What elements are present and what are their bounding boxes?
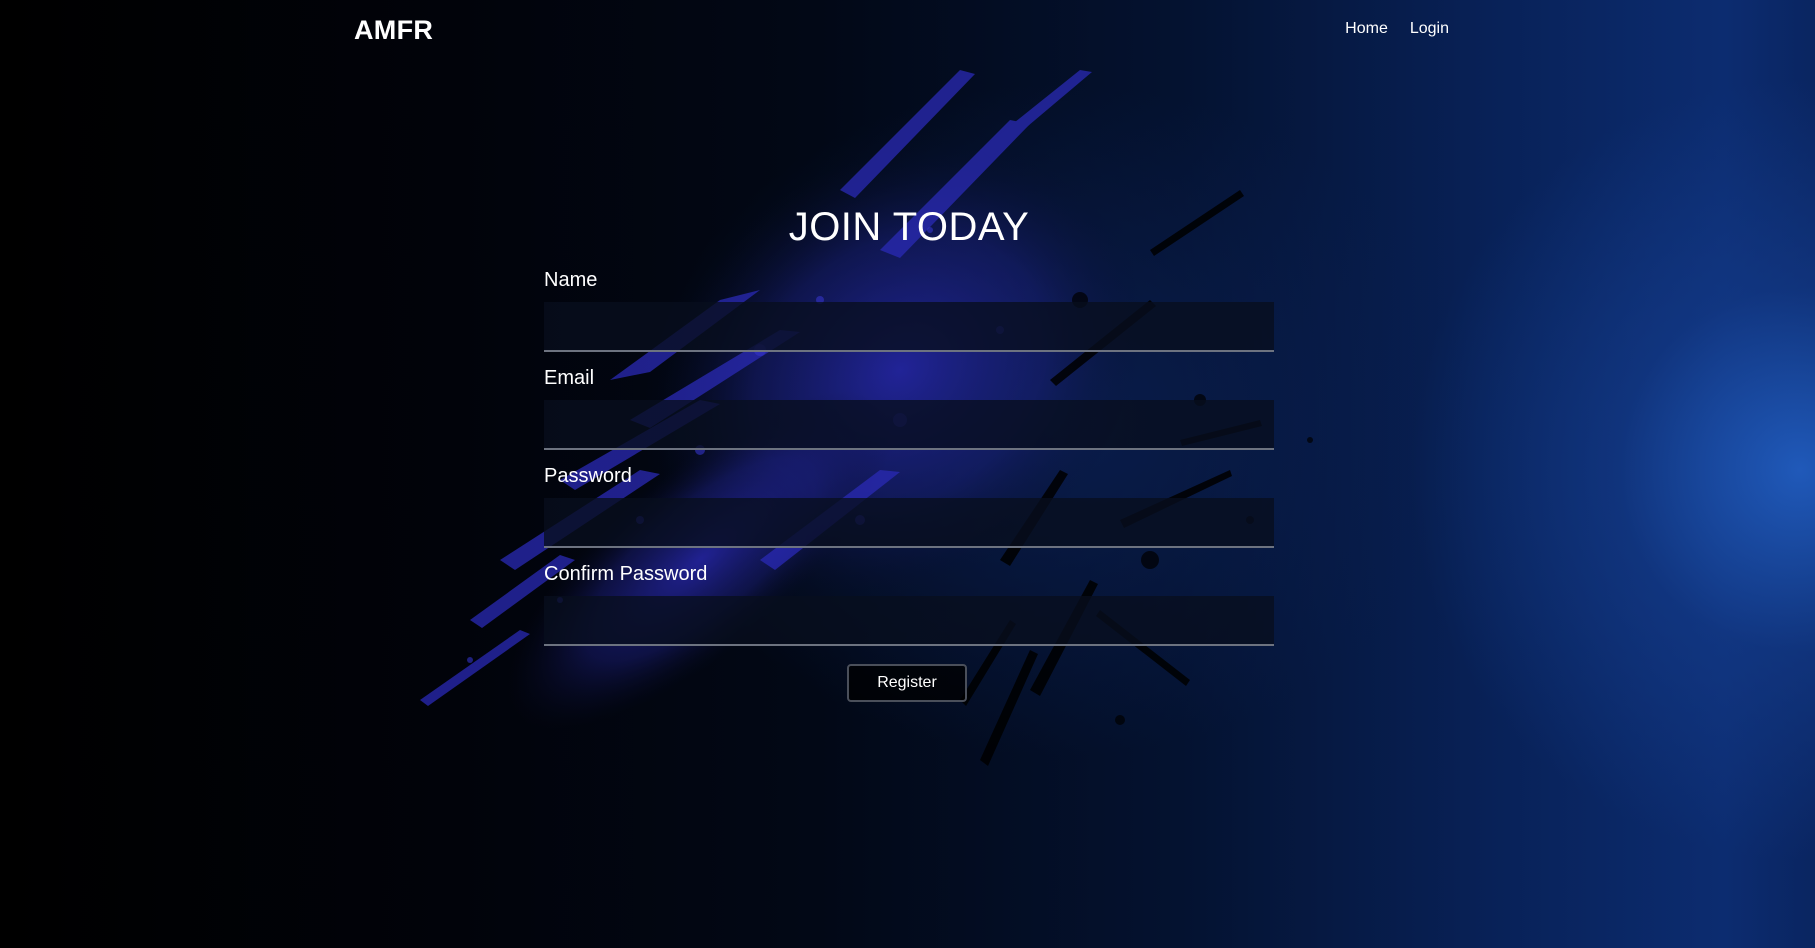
nav-link-login[interactable]: Login [1410, 20, 1449, 38]
nav-link-home[interactable]: Home [1345, 20, 1388, 38]
confirm-password-field-group: Confirm Password [544, 562, 1274, 646]
confirm-password-label: Confirm Password [544, 563, 708, 585]
password-label: Password [544, 465, 632, 487]
register-button[interactable]: Register [847, 664, 967, 702]
email-input[interactable] [544, 400, 1274, 450]
confirm-password-input[interactable] [544, 596, 1274, 646]
password-field-group: Password [544, 464, 1274, 548]
name-label: Name [544, 269, 598, 291]
submit-row: Register [544, 664, 1274, 702]
page-title: JOIN TODAY [788, 205, 1030, 249]
password-input[interactable] [544, 498, 1274, 548]
nav-links: Home Login [1345, 20, 1449, 38]
registration-form: JOIN TODAY Name Email Password Confirm P… [544, 200, 1274, 702]
name-input[interactable] [544, 302, 1274, 352]
brand-logo-link[interactable]: AMFR [354, 15, 433, 46]
name-field-group: Name [544, 268, 1274, 352]
email-field-group: Email [544, 366, 1274, 450]
top-navbar: AMFR Home Login [0, 0, 1815, 62]
email-label: Email [544, 367, 595, 389]
